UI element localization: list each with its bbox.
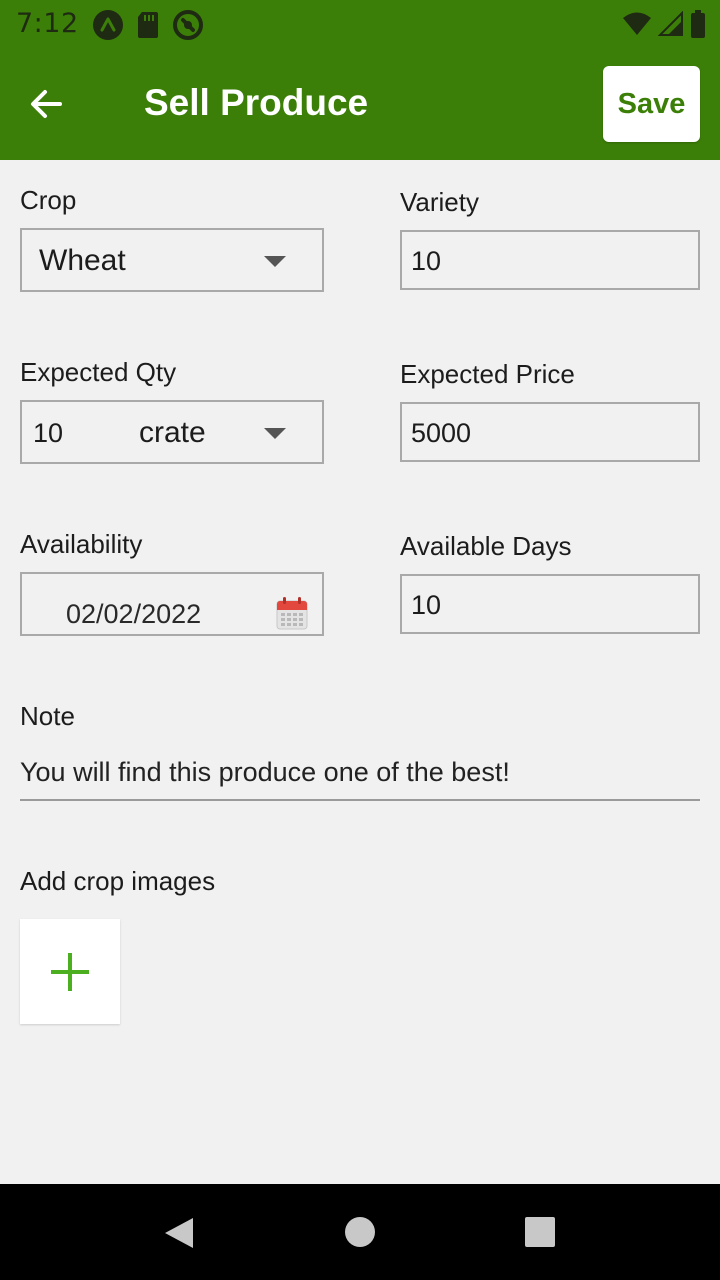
app-notification-icon bbox=[92, 9, 124, 45]
note-label: Note bbox=[20, 701, 75, 731]
expected-price-value: 5000 bbox=[411, 418, 472, 448]
status-time: 7:12 bbox=[16, 8, 79, 39]
availability-label: Availability bbox=[20, 529, 143, 559]
expected-qty-input[interactable]: 10 bbox=[33, 418, 63, 449]
expected-qty-label: Expected Qty bbox=[20, 357, 177, 387]
sd-card-icon bbox=[136, 9, 160, 45]
note-input[interactable]: You will find this produce one of the be… bbox=[20, 757, 510, 788]
availability-date-picker[interactable]: 02/02/2022 bbox=[20, 572, 324, 636]
system-nav-bar bbox=[0, 1184, 720, 1280]
battery-icon bbox=[690, 10, 706, 42]
status-bar: 7:12 bbox=[0, 0, 720, 50]
variety-value: 10 bbox=[411, 246, 442, 276]
home-circle-icon[interactable] bbox=[344, 1216, 376, 1252]
expected-price-field[interactable]: 5000 bbox=[400, 402, 700, 462]
calendar-icon[interactable] bbox=[276, 596, 308, 634]
cell-signal-icon bbox=[657, 10, 684, 41]
status-icons-left bbox=[92, 9, 204, 45]
recents-square-icon[interactable] bbox=[525, 1217, 555, 1251]
chevron-down-icon bbox=[264, 256, 286, 267]
crop-dropdown[interactable]: Wheat bbox=[20, 228, 324, 292]
available-days-value: 10 bbox=[411, 590, 442, 620]
plus-icon bbox=[51, 952, 89, 991]
chevron-down-icon[interactable] bbox=[264, 428, 286, 439]
sell-produce-screen: 7:12 Sell Produce Save Crop Wheat Variet… bbox=[0, 0, 720, 1280]
expected-price-label: Expected Price bbox=[400, 359, 575, 389]
variety-label: Variety bbox=[400, 187, 479, 217]
page-title: Sell Produce bbox=[144, 82, 369, 123]
app-bar: Sell Produce Save bbox=[0, 50, 720, 160]
add-crop-image-button[interactable] bbox=[20, 919, 120, 1024]
back-button[interactable] bbox=[22, 80, 70, 128]
back-triangle-icon[interactable] bbox=[163, 1216, 195, 1254]
wifi-icon bbox=[622, 11, 652, 41]
note-underline bbox=[20, 799, 700, 801]
variety-field[interactable]: 10 bbox=[400, 230, 700, 290]
available-days-field[interactable]: 10 bbox=[400, 574, 700, 634]
save-button[interactable]: Save bbox=[603, 66, 700, 142]
available-days-label: Available Days bbox=[400, 531, 572, 561]
add-crop-images-label: Add crop images bbox=[20, 866, 216, 896]
availability-date-value: 02/02/2022 bbox=[66, 599, 202, 629]
status-icons-right bbox=[622, 10, 706, 42]
arrow-back-icon bbox=[31, 90, 62, 118]
crop-dropdown-value: Wheat bbox=[39, 244, 126, 277]
expected-qty-field: 10 crate bbox=[20, 400, 324, 464]
crop-label: Crop bbox=[20, 185, 77, 215]
qty-unit-dropdown[interactable]: crate bbox=[139, 416, 206, 450]
sync-icon bbox=[172, 9, 204, 45]
